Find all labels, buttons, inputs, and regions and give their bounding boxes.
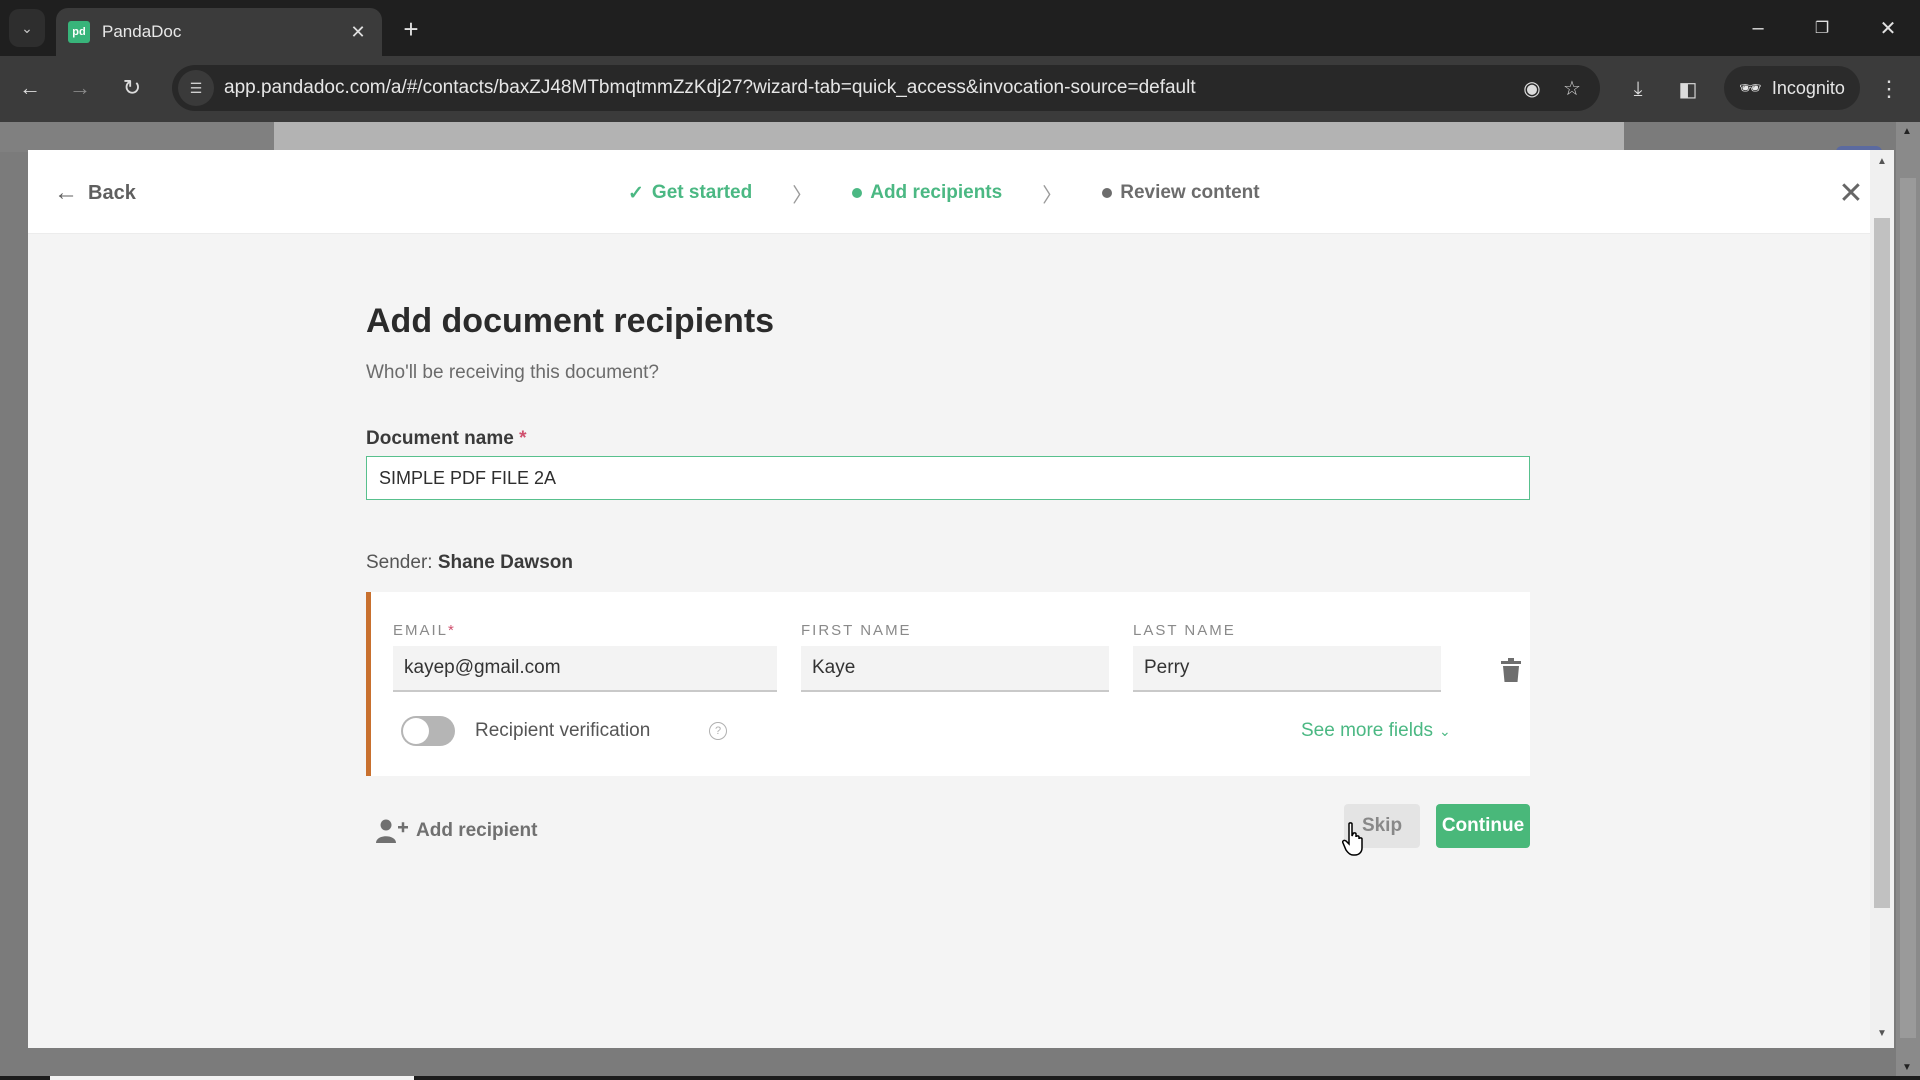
step-review-content[interactable]: Review content [1102, 182, 1260, 204]
backdrop-sidebar [0, 122, 274, 152]
minimize-button[interactable]: – [1738, 10, 1778, 46]
pandadoc-favicon-icon: pd [68, 21, 90, 43]
close-icon[interactable]: ✕ [1836, 177, 1866, 210]
chevron-right-icon: 〉 [792, 184, 813, 207]
plus-icon: + [403, 13, 419, 44]
bottom-indicator [50, 1076, 414, 1080]
reload-icon: ↻ [122, 75, 142, 100]
wizard-header: ← Back ✓ Get started 〉 Add recipients 〉 … [28, 150, 1870, 234]
window-close-button[interactable]: ✕ [1868, 10, 1908, 46]
incognito-label: Incognito [1771, 77, 1845, 98]
modal-scrollbar-thumb[interactable] [1874, 218, 1890, 908]
step-label: Get started [651, 182, 753, 203]
page-title: Add document recipients [366, 302, 775, 340]
restore-button[interactable]: ❐ [1802, 10, 1842, 46]
email-label: EMAIL* [393, 622, 456, 639]
backdrop-page-header [274, 122, 1624, 152]
wizard-steps: ✓ Get started 〉 Add recipients 〉 Review … [628, 178, 1260, 208]
tune-icon: ☰ [189, 79, 203, 96]
step-label: Review content [1120, 182, 1260, 203]
side-panel-icon[interactable]: ◧ [1670, 71, 1706, 107]
see-more-fields-link[interactable]: See more fields ⌄ [1301, 720, 1451, 742]
browser-toolbar: ← → ↻ ☰ app.pandadoc.com/a/#/contacts/ba… [0, 56, 1920, 122]
tab-list-button[interactable]: ⌄ [9, 9, 45, 47]
add-person-icon [376, 819, 408, 843]
reload-button[interactable]: ↻ [114, 70, 150, 106]
sender-info: Sender: Shane Dawson [366, 552, 573, 574]
address-bar[interactable]: ☰ app.pandadoc.com/a/#/contacts/baxZJ48M… [172, 65, 1600, 111]
page-scrollbar[interactable]: ▲ ▼ [1896, 122, 1920, 1080]
first-name-label: FIRST NAME [801, 622, 912, 639]
arrow-left-icon: ← [19, 75, 41, 100]
more-vert-icon[interactable]: ⋮ [1874, 71, 1904, 107]
scroll-down-icon[interactable]: ▼ [1877, 1028, 1887, 1039]
delete-recipient-button[interactable] [1497, 656, 1525, 684]
scroll-down-icon[interactable]: ▼ [1902, 1062, 1912, 1073]
arrow-left-icon: ← [54, 179, 78, 206]
add-recipients-modal: ← Back ✓ Get started 〉 Add recipients 〉 … [28, 150, 1894, 1048]
step-get-started[interactable]: ✓ Get started [628, 182, 752, 205]
page-subtitle: Who'll be receiving this document? [366, 362, 659, 383]
document-name-label: Document name * [366, 428, 527, 450]
step-label: Add recipients [870, 182, 1003, 203]
last-name-label: LAST NAME [1133, 622, 1236, 639]
scroll-up-icon[interactable]: ▲ [1902, 126, 1912, 137]
step-dot-icon [852, 188, 863, 198]
add-recipient-label: Add recipient [416, 820, 538, 841]
sender-prefix: Sender: [366, 552, 433, 573]
incognito-badge[interactable]: 🕶 Incognito [1724, 66, 1860, 110]
new-tab-button[interactable]: + [396, 14, 426, 44]
site-info-button[interactable]: ☰ [178, 70, 214, 106]
add-recipient-button[interactable]: Add recipient [376, 816, 537, 846]
hand-cursor-icon [1342, 822, 1363, 856]
step-add-recipients[interactable]: Add recipients [852, 182, 1002, 204]
trash-icon [1501, 658, 1521, 682]
url-text[interactable]: app.pandadoc.com/a/#/contacts/baxZJ48MTb… [224, 77, 1512, 99]
browser-tab-bar: ⌄ pd PandaDoc ✕ + – ❐ ✕ [0, 0, 1920, 56]
required-mark: * [448, 622, 456, 639]
browser-tab[interactable]: pd PandaDoc ✕ [56, 8, 382, 56]
document-name-label-text: Document name [366, 428, 514, 449]
scroll-up-icon[interactable]: ▲ [1877, 156, 1887, 167]
last-name-field[interactable] [1133, 646, 1441, 692]
back-nav-button[interactable]: ← [12, 70, 48, 106]
recipient-card: EMAIL* FIRST NAME LAST NAME Recipient ve… [366, 592, 1530, 776]
page-scrollbar-thumb[interactable] [1900, 178, 1916, 1038]
toggle-knob [403, 718, 429, 744]
chevron-down-icon: ⌄ [21, 19, 33, 36]
required-mark: * [519, 428, 527, 449]
continue-button[interactable]: Continue [1436, 804, 1530, 848]
check-icon: ✓ [628, 182, 644, 204]
tab-title: PandaDoc [102, 22, 182, 41]
document-name-input[interactable] [366, 456, 1530, 500]
email-field[interactable] [393, 646, 777, 692]
recipient-verification-label: Recipient verification [475, 720, 651, 741]
recipient-verification-toggle[interactable] [401, 716, 455, 746]
first-name-field[interactable] [801, 646, 1109, 692]
back-label: Back [88, 181, 136, 204]
arrow-right-icon: → [69, 75, 91, 100]
chevron-right-icon: 〉 [1042, 184, 1063, 207]
back-button[interactable]: ← Back [54, 178, 136, 208]
info-icon[interactable]: ? [709, 722, 727, 740]
eye-off-icon[interactable]: ◉ [1512, 70, 1552, 106]
chevron-down-icon: ⌄ [1439, 722, 1451, 739]
incognito-icon: 🕶 [1739, 77, 1762, 98]
tab-close-icon[interactable]: ✕ [346, 20, 370, 44]
see-more-label: See more fields [1301, 720, 1434, 741]
email-label-text: EMAIL [393, 622, 449, 639]
modal-scrollbar[interactable]: ▲ ▼ [1870, 150, 1894, 1048]
forward-nav-button[interactable]: → [62, 70, 98, 106]
step-dot-icon [1102, 188, 1113, 198]
sender-name: Shane Dawson [437, 552, 573, 573]
star-icon[interactable]: ☆ [1552, 70, 1592, 106]
download-icon[interactable]: ⤓ [1620, 71, 1656, 107]
